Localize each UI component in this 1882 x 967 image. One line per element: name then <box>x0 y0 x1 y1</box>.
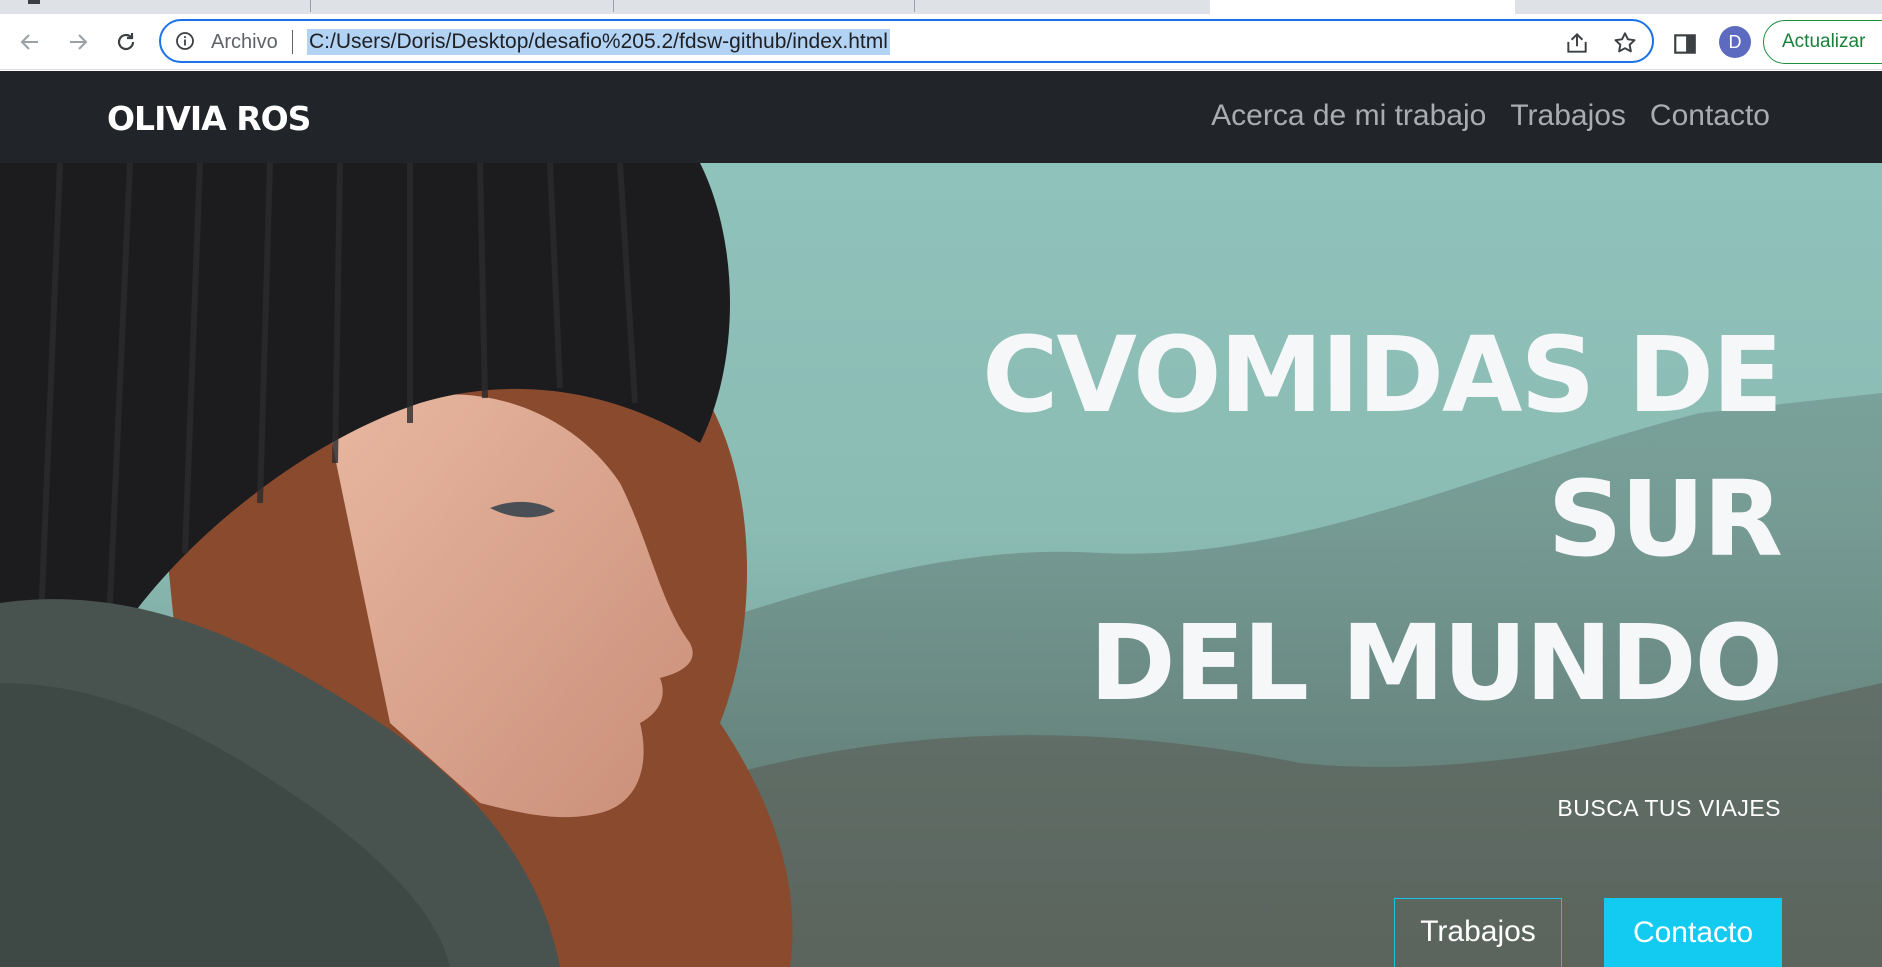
address-bar[interactable]: Archivo C:/Users/Doris/Desktop/desafio%2… <box>159 19 1654 63</box>
address-url[interactable]: C:/Users/Doris/Desktop/desafio%205.2/fds… <box>307 29 890 55</box>
reload-icon <box>117 33 135 51</box>
site-navbar: OLIVIA ROS Acerca de mi trabajo Trabajos… <box>0 71 1882 163</box>
back-icon <box>20 34 38 50</box>
info-icon[interactable] <box>175 31 195 51</box>
tab-separator <box>310 0 311 12</box>
tab-separator <box>613 0 614 12</box>
hero-section: CVOMIDAS DE SUR DEL MUNDO BUSCA TUS VIAJ… <box>0 163 1882 967</box>
contact-button[interactable]: Contacto <box>1604 898 1782 967</box>
back-button[interactable] <box>14 26 46 58</box>
browser-toolbar: Archivo C:/Users/Doris/Desktop/desafio%2… <box>0 14 1882 70</box>
hero-subtitle: BUSCA TUS VIAJES <box>1557 795 1781 821</box>
update-button[interactable]: Actualizar <box>1763 20 1882 64</box>
active-tab[interactable] <box>1210 0 1515 14</box>
tab-separator <box>914 0 915 12</box>
reload-button[interactable] <box>110 26 142 58</box>
tab-strip <box>0 0 1882 14</box>
nav-link-contact[interactable]: Contacto <box>1650 98 1770 134</box>
site-nav-links: Acerca de mi trabajo Trabajos Contacto <box>1211 98 1770 134</box>
works-button[interactable]: Trabajos <box>1394 898 1562 967</box>
nav-link-works[interactable]: Trabajos <box>1510 98 1626 134</box>
forward-button[interactable] <box>62 26 94 58</box>
address-scheme: Archivo <box>211 31 278 53</box>
star-icon[interactable] <box>1612 30 1638 56</box>
hero-title-line: CVOMIDAS DE <box>982 314 1783 436</box>
forward-icon <box>70 34 88 50</box>
share-icon[interactable] <box>1564 30 1590 56</box>
hero-title-line: SUR <box>1547 458 1783 580</box>
side-panel-icon[interactable] <box>1672 31 1698 57</box>
tab-search-glyph <box>28 0 40 4</box>
hero-title-line: DEL MUNDO <box>1089 602 1783 724</box>
nav-link-about[interactable]: Acerca de mi trabajo <box>1211 98 1486 134</box>
site-brand[interactable]: OLIVIA ROS <box>107 99 311 138</box>
hero-title: CVOMIDAS DE SUR DEL MUNDO <box>982 303 1783 735</box>
address-divider <box>292 30 293 54</box>
profile-avatar[interactable]: D <box>1719 26 1751 58</box>
web-page: OLIVIA ROS Acerca de mi trabajo Trabajos… <box>0 71 1882 967</box>
